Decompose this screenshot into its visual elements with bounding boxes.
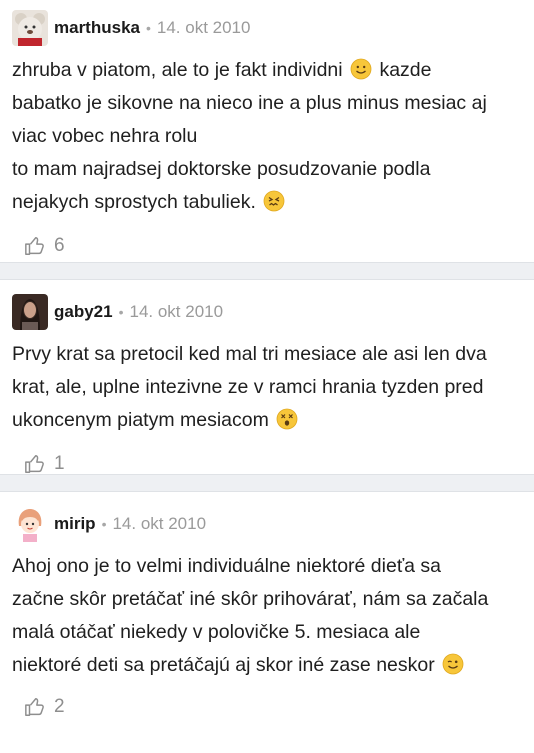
like-row: 1 — [12, 449, 522, 479]
cartoon-girl-avatar-icon — [12, 506, 48, 542]
woman-photo-avatar-icon — [12, 294, 48, 330]
avatar[interactable] — [12, 294, 48, 330]
comment: gaby21 • 14. okt 2010 Prvy krat sa preto… — [0, 280, 534, 474]
text-line: malá otáčať niekedy v polovičke 5. mesia… — [12, 621, 421, 643]
author-name[interactable]: mirip — [54, 514, 96, 534]
text-line: začne skôr pretáčať iné skôr prihovárať,… — [12, 588, 489, 610]
text-line: niektoré deti sa pretáčajú aj skor iné z… — [12, 654, 435, 676]
like-count: 6 — [54, 235, 65, 256]
like-row: 6 — [12, 231, 522, 261]
comment-text: Prvy krat sa pretocil ked mal tri mesiac… — [12, 338, 522, 437]
thumbs-up-icon[interactable] — [24, 696, 46, 718]
comment-separator — [0, 262, 534, 280]
text-line: ukoncenym piatym mesiacom — [12, 409, 269, 431]
wink-emoji-icon — [442, 653, 464, 675]
text-line: Prvy krat sa pretocil ked mal tri mesiac… — [12, 343, 487, 365]
confounded-emoji-icon — [263, 190, 285, 212]
author-name[interactable]: marthuska — [54, 18, 140, 38]
like-count: 1 — [54, 453, 65, 474]
comment: marthuska • 14. okt 2010 zhruba v piatom… — [0, 0, 534, 262]
post-date: 14. okt 2010 — [112, 514, 207, 533]
text-line: zhruba v piatom, ale to je fakt individn… — [12, 59, 343, 81]
dizzy-face-emoji-icon — [276, 408, 298, 430]
comment-text: zhruba v piatom, ale to je fakt individn… — [12, 54, 522, 219]
author-name[interactable]: gaby21 — [54, 302, 113, 322]
text-line: nejakych sprostych tabuliek. — [12, 191, 256, 213]
text-line: kazde — [379, 59, 432, 81]
thumbs-up-icon[interactable] — [24, 453, 46, 475]
separator-dot: • — [145, 20, 151, 36]
avatar[interactable] — [12, 10, 48, 46]
text-line: to mam najradsej doktorske posudzovanie … — [12, 158, 431, 180]
post-date: 14. okt 2010 — [129, 302, 224, 321]
comment-header: marthuska • 14. okt 2010 — [12, 10, 522, 46]
text-line: krat, ale, uplne intezivne ze v ramci hr… — [12, 376, 484, 398]
like-row: 2 — [12, 692, 522, 722]
comment-header: gaby21 • 14. okt 2010 — [12, 294, 522, 330]
text-line: babatko je sikovne na nieco ine a plus m… — [12, 92, 487, 114]
text-line: Ahoj ono je to velmi individuálne niekto… — [12, 555, 441, 577]
post-date: 14. okt 2010 — [156, 18, 251, 37]
text-line: viac vobec nehra rolu — [12, 125, 198, 147]
teddy-bear-avatar-icon — [12, 10, 48, 46]
comment-header: mirip • 14. okt 2010 — [12, 506, 522, 542]
like-count: 2 — [54, 696, 65, 717]
comment: mirip • 14. okt 2010 Ahoj ono je to velm… — [0, 492, 534, 722]
separator-dot: • — [118, 304, 124, 320]
comment-text: Ahoj ono je to velmi individuálne niekto… — [12, 550, 522, 682]
smile-emoji-icon — [350, 58, 372, 80]
thumbs-up-icon[interactable] — [24, 235, 46, 257]
avatar[interactable] — [12, 506, 48, 542]
separator-dot: • — [101, 516, 107, 532]
